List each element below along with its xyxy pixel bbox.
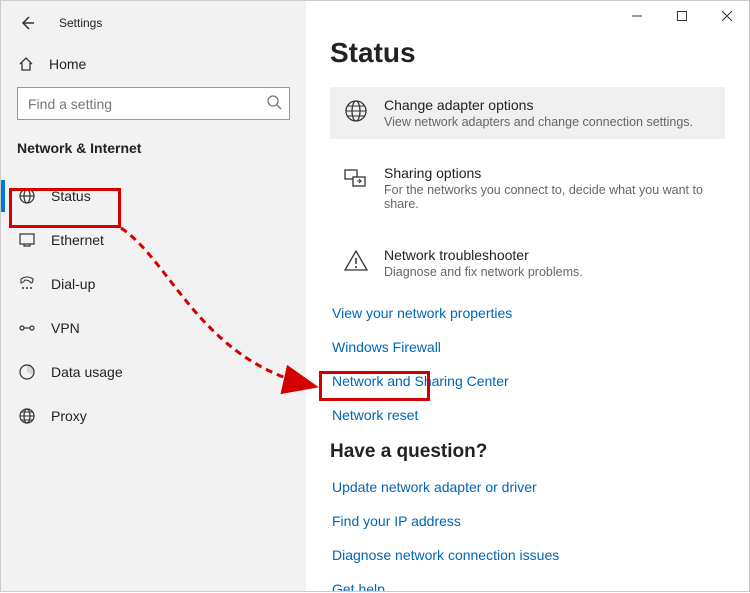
tile-title: Sharing options <box>384 165 713 181</box>
close-icon <box>722 11 732 21</box>
sharing-icon <box>342 165 370 193</box>
back-button[interactable] <box>17 13 37 33</box>
search-input[interactable] <box>17 87 290 120</box>
help-link-find-ip[interactable]: Find your IP address <box>330 513 725 529</box>
help-link-get-help[interactable]: Get help <box>330 581 725 591</box>
window-controls <box>614 1 749 31</box>
nav-list: Status Ethernet Dial-up VPN <box>1 174 306 438</box>
app-title: Settings <box>59 16 102 30</box>
nav-item-ethernet[interactable]: Ethernet <box>1 218 306 262</box>
status-icon <box>17 186 37 206</box>
search-icon <box>266 94 282 115</box>
home-icon <box>17 55 35 73</box>
home-row[interactable]: Home <box>1 35 306 87</box>
dialup-icon <box>17 274 37 294</box>
tile-body: Sharing options For the networks you con… <box>384 165 713 211</box>
back-arrow-icon <box>19 15 35 31</box>
section-heading: Network & Internet <box>1 138 306 174</box>
tile-sub: View network adapters and change connect… <box>384 115 693 129</box>
nav-item-proxy[interactable]: Proxy <box>1 394 306 438</box>
page-title: Status <box>330 37 725 69</box>
nav-label: Ethernet <box>51 232 104 248</box>
tile-troubleshooter[interactable]: Network troubleshooter Diagnose and fix … <box>330 237 725 289</box>
tile-title: Change adapter options <box>384 97 693 113</box>
settings-window: Settings Home Network & Internet Status <box>0 0 750 592</box>
tile-body: Network troubleshooter Diagnose and fix … <box>384 247 583 279</box>
tile-title: Network troubleshooter <box>384 247 583 263</box>
tile-sub: For the networks you connect to, decide … <box>384 183 713 211</box>
nav-item-status[interactable]: Status <box>1 174 306 218</box>
maximize-button[interactable] <box>659 1 704 31</box>
nav-item-vpn[interactable]: VPN <box>1 306 306 350</box>
minimize-icon <box>632 11 642 21</box>
link-windows-firewall[interactable]: Windows Firewall <box>330 339 725 355</box>
ethernet-icon <box>17 230 37 250</box>
maximize-icon <box>677 11 687 21</box>
titlebar-left: Settings <box>1 11 306 35</box>
close-button[interactable] <box>704 1 749 31</box>
minimize-button[interactable] <box>614 1 659 31</box>
proxy-icon <box>17 406 37 426</box>
adapter-icon <box>342 97 370 125</box>
link-view-properties[interactable]: View your network properties <box>330 305 725 321</box>
nav-label: Data usage <box>51 364 123 380</box>
help-link-diagnose[interactable]: Diagnose network connection issues <box>330 547 725 563</box>
main-area: Status Change adapter options View netwo… <box>306 1 749 591</box>
search-wrap <box>17 87 290 120</box>
help-link-update-adapter[interactable]: Update network adapter or driver <box>330 479 725 495</box>
link-network-sharing-center[interactable]: Network and Sharing Center <box>330 373 725 389</box>
nav-item-dialup[interactable]: Dial-up <box>1 262 306 306</box>
nav-label: Status <box>51 188 91 204</box>
tile-adapter-options[interactable]: Change adapter options View network adap… <box>330 87 725 139</box>
nav-label: VPN <box>51 320 80 336</box>
home-label: Home <box>49 56 86 72</box>
nav-label: Dial-up <box>51 276 95 292</box>
tile-sharing-options[interactable]: Sharing options For the networks you con… <box>330 155 725 221</box>
nav-label: Proxy <box>51 408 87 424</box>
vpn-icon <box>17 318 37 338</box>
tile-body: Change adapter options View network adap… <box>384 97 693 129</box>
datausage-icon <box>17 362 37 382</box>
tile-sub: Diagnose and fix network problems. <box>384 265 583 279</box>
nav-item-datausage[interactable]: Data usage <box>1 350 306 394</box>
question-heading: Have a question? <box>330 441 725 463</box>
sidebar: Settings Home Network & Internet Status <box>1 1 306 591</box>
troubleshooter-icon <box>342 247 370 275</box>
link-network-reset[interactable]: Network reset <box>330 407 725 423</box>
